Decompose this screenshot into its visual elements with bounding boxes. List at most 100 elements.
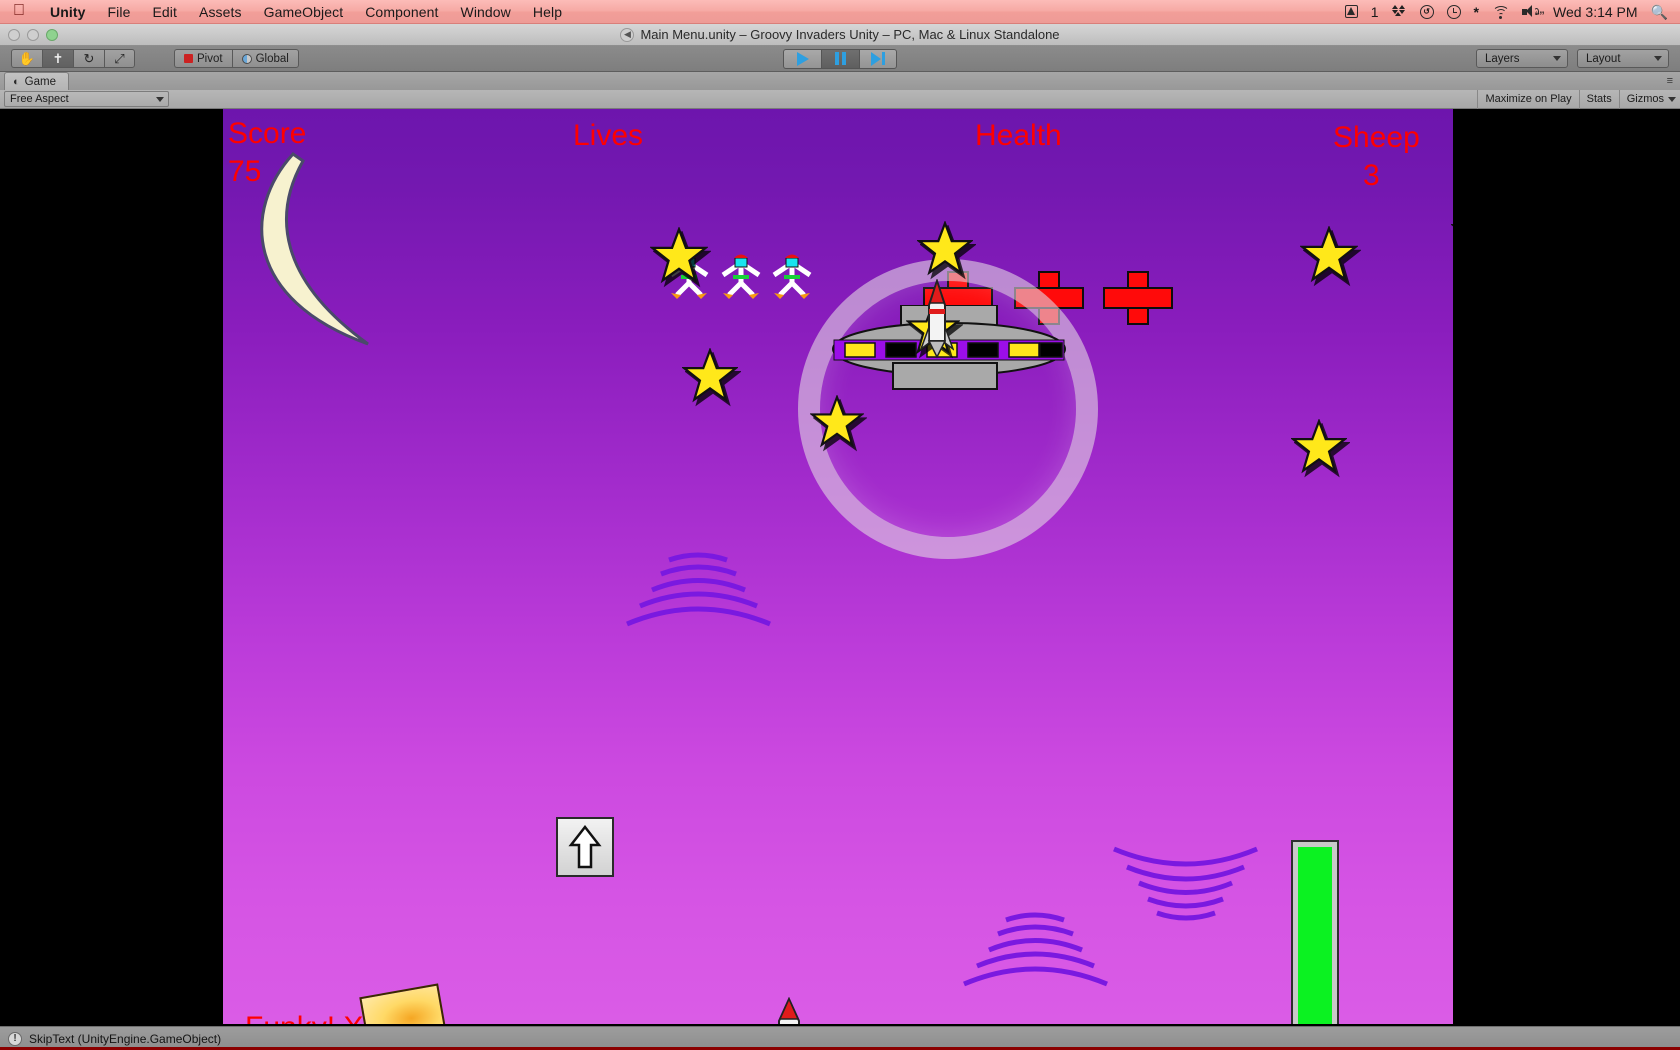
playback-controls <box>783 48 897 69</box>
menu-item-unity[interactable]: Unity <box>39 4 97 20</box>
star-sprite <box>810 395 864 449</box>
star-sprite <box>650 227 708 285</box>
pivot-icon <box>184 54 193 63</box>
life-icon <box>715 249 767 306</box>
menu-item-gameobject[interactable]: GameObject <box>253 4 355 20</box>
stats-toggle[interactable]: Stats <box>1578 89 1619 109</box>
game-render-area: Score 75 Lives Health Sheep 3 Funky! X3 <box>0 109 1680 1024</box>
menu-item-file[interactable]: File <box>97 4 142 20</box>
lives-label: Lives <box>573 119 644 152</box>
stats-label: Stats <box>1586 93 1612 105</box>
layers-dropdown[interactable]: Layers <box>1476 49 1568 68</box>
dropbox-icon[interactable] <box>1391 5 1407 18</box>
step-button[interactable] <box>859 48 897 69</box>
health-cross-icon <box>1103 271 1173 325</box>
transform-tools-group: ✋ ✝ ↻ ⤢ <box>11 49 135 68</box>
search-icon[interactable]: 🔍 <box>1651 5 1668 19</box>
menubar-clock[interactable]: Wed 3:14 PM <box>1553 4 1638 20</box>
global-toggle[interactable]: Global <box>231 49 299 68</box>
game-canvas[interactable]: Score 75 Lives Health Sheep 3 Funky! X3 <box>223 109 1453 1024</box>
play-button[interactable] <box>783 48 821 69</box>
layout-dropdown[interactable]: Layout <box>1577 49 1669 68</box>
unity-toolbar: ✋ ✝ ↻ ⤢ Pivot Global Layers Layout <box>0 46 1680 72</box>
wifi-icon[interactable] <box>1492 5 1509 19</box>
chevron-down-icon <box>156 96 164 102</box>
layout-label: Layout <box>1586 52 1621 65</box>
health-bar <box>1291 840 1339 1024</box>
menu-item-edit[interactable]: Edit <box>141 4 188 20</box>
move-tool-icon[interactable]: ✝ <box>42 49 73 68</box>
gizmos-label: Gizmos <box>1626 93 1664 105</box>
bluetooth-icon[interactable]: * <box>1474 5 1479 19</box>
sheep-value: 3 <box>1363 159 1380 192</box>
global-label: Global <box>255 52 289 65</box>
layers-label: Layers <box>1485 52 1520 65</box>
time-machine-icon[interactable] <box>1446 4 1461 19</box>
hand-tool-icon[interactable]: ✋ <box>11 49 42 68</box>
game-toolbar-right: Maximize on Play Stats Gizmos <box>1477 89 1680 109</box>
adobe-icon[interactable] <box>1344 5 1358 18</box>
menubar-status-area: 1 ↺ * Wed 3:14 PM 🔍 <box>1344 3 1680 20</box>
info-icon: ! <box>8 1031 22 1046</box>
window-title-group: ◀ Main Menu.unity – Groovy Invaders Unit… <box>620 27 1060 42</box>
star-sprite <box>1291 419 1347 475</box>
star-sprite <box>1451 205 1453 261</box>
game-view-panel: ◐ Game ≡ Free Aspect Maximize on Play St… <box>0 72 1680 1024</box>
sound-wave-arcs <box>953 904 1118 999</box>
life-icon <box>766 249 818 306</box>
minimize-button[interactable] <box>27 29 39 41</box>
aspect-ratio-dropdown[interactable]: Free Aspect <box>4 91 169 107</box>
toolbar-right-group: Layers Layout <box>1476 49 1680 68</box>
chevron-down-icon <box>1654 56 1662 61</box>
sound-wave-arcs <box>616 544 781 639</box>
score-label: Score <box>228 117 307 150</box>
star-sprite <box>917 221 973 277</box>
rotate-tool-icon[interactable]: ↻ <box>73 49 104 68</box>
funky-multiplier-label: Funky! X3 <box>245 1011 380 1024</box>
health-bar-fill <box>1298 847 1332 1024</box>
arrow-powerup-box <box>556 817 614 877</box>
pivot-group: Pivot Global <box>174 49 299 68</box>
display-rotate-icon[interactable]: ↺ <box>1419 4 1434 19</box>
unity-editor-window:  Unity File Edit Assets GameObject Comp… <box>0 0 1680 1050</box>
macos-menu-bar:  Unity File Edit Assets GameObject Comp… <box>0 0 1680 24</box>
game-view-toolbar: Free Aspect Maximize on Play Stats Gizmo… <box>0 89 1680 109</box>
chevron-down-icon <box>1553 56 1561 61</box>
sound-wave-arcs <box>1103 834 1268 929</box>
pivot-label: Pivot <box>197 52 223 65</box>
tab-game-label: Game <box>24 75 56 88</box>
panel-menu-icon[interactable]: ≡ <box>1667 75 1674 87</box>
volume-icon[interactable] <box>1522 5 1540 18</box>
maximize-on-play-toggle[interactable]: Maximize on Play <box>1477 89 1578 109</box>
rocket-sprite <box>919 277 955 366</box>
apple-logo-icon[interactable]:  <box>13 2 25 19</box>
game-view-icon: ◐ <box>13 75 20 88</box>
chevron-down-icon <box>1668 96 1676 102</box>
menu-item-window[interactable]: Window <box>450 4 522 20</box>
pivot-toggle[interactable]: Pivot <box>174 49 232 68</box>
pause-button[interactable] <box>821 48 859 69</box>
zoom-button[interactable] <box>46 29 58 41</box>
maximize-on-play-label: Maximize on Play <box>1485 93 1572 105</box>
menubar-badge-count: 1 <box>1370 3 1379 20</box>
aspect-ratio-label: Free Aspect <box>10 93 69 105</box>
scale-tool-icon[interactable]: ⤢ <box>104 49 135 68</box>
window-controls <box>8 29 58 41</box>
window-title-bar: ◀ Main Menu.unity – Groovy Invaders Unit… <box>0 24 1680 46</box>
globe-icon <box>241 53 252 64</box>
player-ship-sprite <box>753 996 825 1024</box>
unity-scene-icon: ◀ <box>620 27 635 42</box>
menu-item-component[interactable]: Component <box>354 4 449 20</box>
gizmos-dropdown[interactable]: Gizmos <box>1618 89 1680 109</box>
window-title-text: Main Menu.unity – Groovy Invaders Unity … <box>640 27 1060 42</box>
status-bar-message: SkipText (UnityEngine.GameObject) <box>29 1031 222 1046</box>
sheep-label: Sheep <box>1333 121 1420 154</box>
funky-powerup-tag <box>359 983 447 1024</box>
score-value: 75 <box>228 155 262 188</box>
menu-item-assets[interactable]: Assets <box>188 4 253 20</box>
menu-item-help[interactable]: Help <box>522 4 573 20</box>
close-button[interactable] <box>8 29 20 41</box>
tab-game[interactable]: ◐ Game <box>4 72 69 90</box>
health-label: Health <box>975 119 1062 152</box>
star-sprite <box>682 348 738 404</box>
